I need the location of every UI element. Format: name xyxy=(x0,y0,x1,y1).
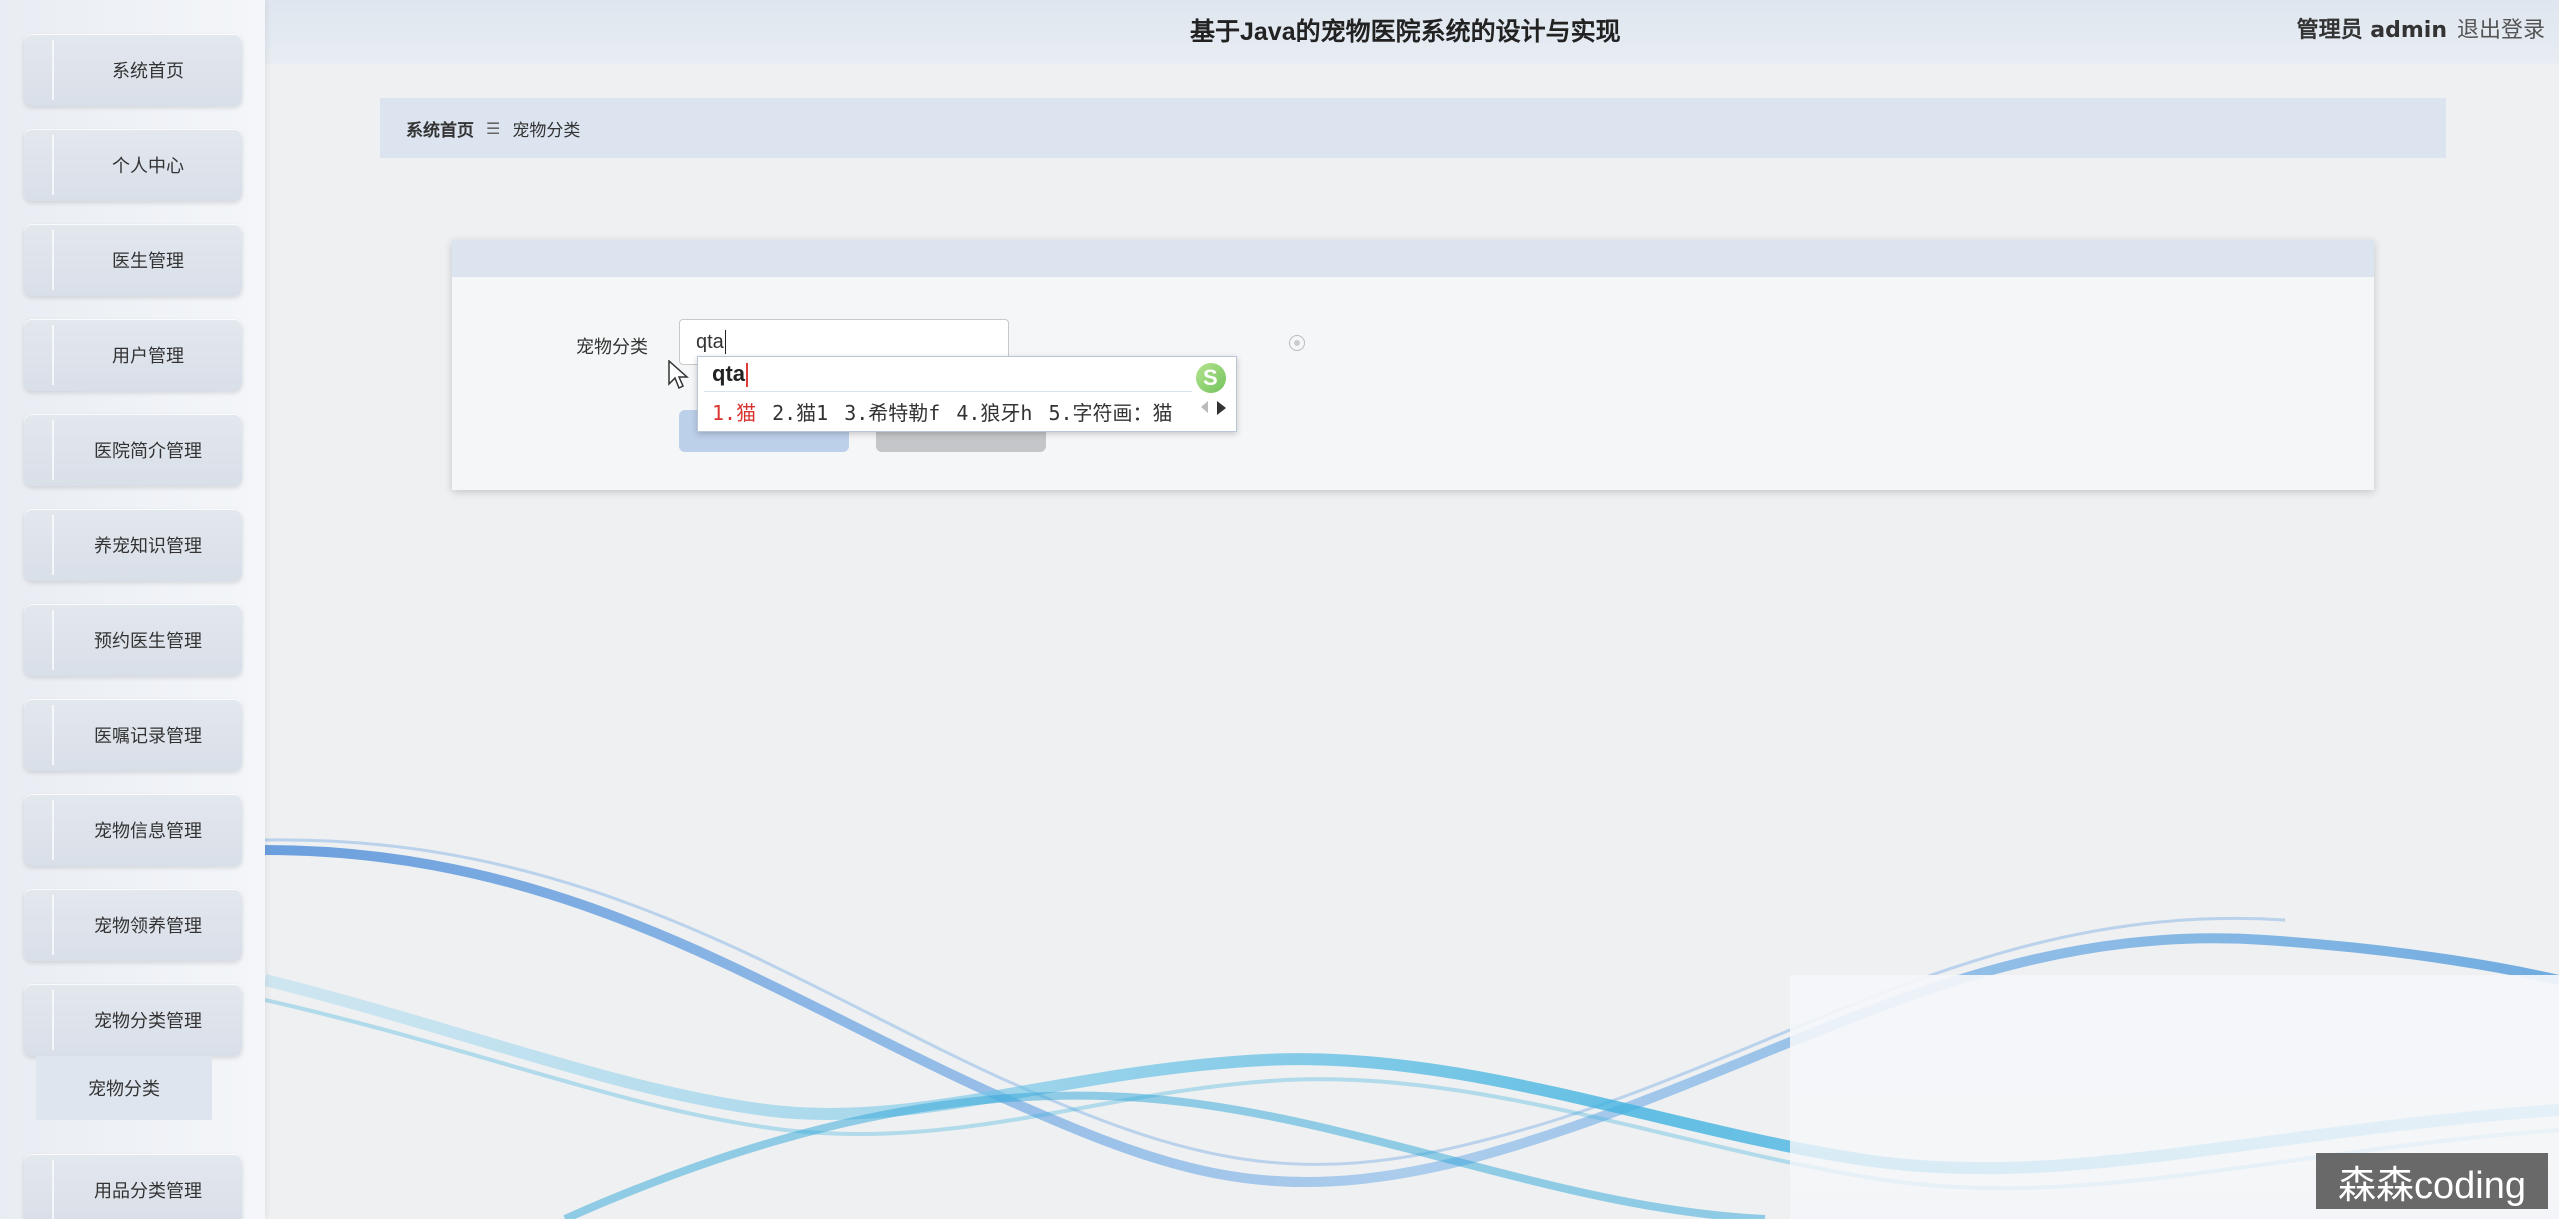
sidebar-subitem-pet-category[interactable]: 宠物分类 xyxy=(36,1056,212,1120)
ime-candidate[interactable]: 3.希特勒f xyxy=(844,397,940,426)
sidebar-item-appointments[interactable]: 预约医生管理 xyxy=(24,604,242,676)
sidebar-item-label: 宠物领养管理 xyxy=(94,916,202,937)
breadcrumb-separator-icon: ☰ xyxy=(486,118,501,138)
sidebar-item-label: 预约医生管理 xyxy=(94,631,202,652)
sogou-logo-icon xyxy=(1196,363,1226,393)
sidebar-item-pet-category[interactable]: 宠物分类管理 xyxy=(24,984,242,1056)
sidebar-item-label: 医院简介管理 xyxy=(94,441,202,462)
breadcrumb-current: 宠物分类 xyxy=(512,120,581,141)
sidebar-item-label: 宠物分类管理 xyxy=(94,1011,202,1032)
sidebar-item-supply-category[interactable]: 用品分类管理 xyxy=(24,1154,242,1219)
sidebar-item-label: 系统首页 xyxy=(112,61,184,82)
sidebar: 系统首页 个人中心 医生管理 用户管理 医院简介管理 养宠知识管理 预约医生管理… xyxy=(0,0,265,1219)
sidebar-item-hospital-intro[interactable]: 医院简介管理 xyxy=(24,414,242,486)
ime-candidate[interactable]: 1.猫 xyxy=(712,397,756,426)
ime-caret xyxy=(746,363,748,387)
ime-next-page-icon[interactable] xyxy=(1217,401,1226,415)
pet-category-label: 宠物分类 xyxy=(576,337,648,358)
breadcrumb: 系统首页 ☰ 宠物分类 xyxy=(380,98,2446,158)
user-label: 管理员 admin xyxy=(2296,18,2447,43)
sidebar-item-profile[interactable]: 个人中心 xyxy=(24,129,242,201)
ime-candidate[interactable]: 2.猫1 xyxy=(772,397,828,426)
ime-candidate-list: 1.猫 2.猫1 3.希特勒f 4.狼牙h 5.字符画：猫 xyxy=(712,397,1173,426)
sidebar-item-label: 医生管理 xyxy=(112,251,184,272)
sidebar-item-label: 宠物信息管理 xyxy=(94,821,202,842)
ime-candidate-window: qta 1.猫 2.猫1 3.希特勒f 4.狼牙h 5.字符画：猫 xyxy=(697,356,1237,432)
ime-prev-page-icon[interactable] xyxy=(1201,401,1208,413)
breadcrumb-home[interactable]: 系统首页 xyxy=(406,116,474,141)
ime-pinyin-text: qta xyxy=(712,361,745,386)
ime-candidate[interactable]: 4.狼牙h xyxy=(956,397,1032,426)
sidebar-item-label: 养宠知识管理 xyxy=(94,536,202,557)
logout-link[interactable]: 退出登录 xyxy=(2457,12,2545,44)
sidebar-item-label: 用户管理 xyxy=(112,346,184,367)
clear-icon[interactable] xyxy=(1289,335,1305,351)
card-header xyxy=(452,240,2374,277)
sidebar-item-users[interactable]: 用户管理 xyxy=(24,319,242,391)
mouse-pointer-icon xyxy=(668,360,689,390)
page-title: 基于Java的宠物医院系统的设计与实现 xyxy=(1190,18,1621,46)
sidebar-item-label: 个人中心 xyxy=(112,156,184,177)
sidebar-item-doctors[interactable]: 医生管理 xyxy=(24,224,242,296)
ime-divider xyxy=(704,391,1192,392)
sidebar-item-pet-adoption[interactable]: 宠物领养管理 xyxy=(24,889,242,961)
text-caret xyxy=(725,330,726,354)
watermark: 森森coding xyxy=(2316,1153,2548,1209)
sidebar-item-home[interactable]: 系统首页 xyxy=(24,34,242,106)
sidebar-item-label: 医嘱记录管理 xyxy=(94,726,202,747)
sidebar-item-medical-orders[interactable]: 医嘱记录管理 xyxy=(24,699,242,771)
sidebar-item-pet-info[interactable]: 宠物信息管理 xyxy=(24,794,242,866)
ime-candidate[interactable]: 5.字符画：猫 xyxy=(1048,397,1172,426)
sidebar-item-label: 用品分类管理 xyxy=(94,1181,202,1202)
sidebar-subitem-label: 宠物分类 xyxy=(88,1079,160,1100)
sidebar-item-pet-knowledge[interactable]: 养宠知识管理 xyxy=(24,509,242,581)
top-header: 基于Java的宠物医院系统的设计与实现 管理员 admin 退出登录 xyxy=(265,0,2559,64)
